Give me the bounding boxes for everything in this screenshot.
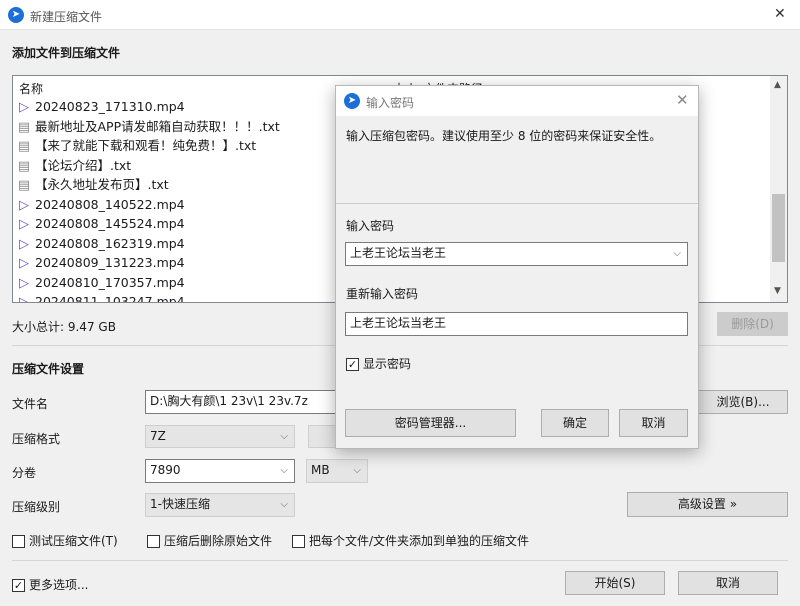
window-title: 新建压缩文件 — [30, 10, 103, 24]
checkbox-delete-original[interactable]: 压缩后删除原始文件 — [147, 532, 272, 549]
password-input[interactable]: 上老王论坛当老王 ⌵ — [345, 242, 688, 266]
chevron-down-icon: ⌵ — [353, 465, 361, 476]
video-file-icon: ▷ — [19, 295, 29, 303]
password-value: 上老王论坛当老王 — [350, 246, 447, 260]
total-size: 大小总计: 9.47 GB — [12, 320, 116, 334]
confirm-password-label: 重新输入密码 — [346, 287, 419, 301]
advanced-settings-button[interactable]: 高级设置 » — [627, 492, 788, 517]
chevron-down-icon[interactable]: ⌵ — [673, 243, 681, 264]
list-item[interactable]: ▷ 20240810_170357.mp4 — [17, 273, 185, 292]
text-file-icon: ▤ — [17, 119, 31, 135]
video-file-icon: ▷ — [19, 197, 29, 213]
list-item[interactable]: ▤ 最新地址及APP请发邮箱自动获取！！！.txt — [17, 117, 280, 136]
delete-button[interactable]: 删除(D) — [717, 312, 788, 336]
chevron-down-icon: ⌵ — [280, 431, 288, 442]
file-name: 20240808_145524.mp4 — [35, 216, 185, 231]
file-name: 20240810_170357.mp4 — [35, 274, 185, 290]
list-item[interactable]: ▤ 【论坛介绍】.txt — [17, 156, 131, 175]
split-unit: MB — [311, 463, 330, 477]
video-file-icon: ▷ — [19, 256, 29, 271]
file-name: 【永久地址发布页】.txt — [35, 177, 169, 192]
title-bar: ➤ 新建压缩文件 ✕ — [0, 0, 800, 30]
more-options-checkbox[interactable]: ✓ 更多选项... — [12, 576, 88, 593]
close-icon[interactable]: ✕ — [774, 6, 786, 22]
file-name: 【来了就能下载和观看！纯免费！】.txt — [35, 138, 257, 153]
dialog-description: 输入压缩包密码。建议使用至少 8 位的密码来保证安全性。 — [346, 129, 662, 143]
text-file-icon: ▤ — [17, 178, 31, 193]
dialog-title-bar: ➤ 输入密码 ✕ — [336, 86, 698, 116]
split-value: 7890 — [150, 463, 181, 477]
password-label: 输入密码 — [346, 219, 395, 233]
show-password-checkbox[interactable]: ✓ 显示密码 — [346, 355, 411, 372]
checkbox-label: 把每个文件/文件夹添加到单独的压缩文件 — [309, 534, 530, 548]
list-item[interactable]: ▷ 20240808_140522.mp4 — [17, 195, 185, 214]
split-input[interactable]: 7890 ⌵ — [145, 459, 295, 483]
video-file-icon: ▷ — [19, 217, 29, 232]
video-file-icon: ▷ — [19, 100, 29, 115]
list-item[interactable]: ▤ 【来了就能下载和观看！纯免费！】.txt — [17, 136, 256, 155]
start-button[interactable]: 开始(S) — [565, 571, 665, 595]
dialog-cancel-button[interactable]: 取消 — [619, 409, 688, 437]
filename-label: 文件名 — [12, 397, 49, 411]
checkbox-label: 测试压缩文件(T) — [29, 534, 118, 548]
list-item[interactable]: ▷ 20240811_103247.mp4 — [17, 292, 185, 303]
chevron-down-icon: ⌵ — [280, 499, 288, 510]
password-dialog: ➤ 输入密码 ✕ 输入压缩包密码。建议使用至少 8 位的密码来保证安全性。 输入… — [335, 85, 699, 449]
list-item[interactable]: ▤ 【永久地址发布页】.txt — [17, 175, 169, 194]
ok-button[interactable]: 确定 — [541, 409, 609, 437]
confirm-password-input[interactable]: 上老王论坛当老王 — [345, 312, 688, 336]
file-name: 【论坛介绍】.txt — [35, 157, 132, 173]
checkbox-label: 压缩后删除原始文件 — [164, 534, 273, 548]
video-file-icon: ▷ — [19, 236, 29, 252]
file-name: 20240809_131223.mp4 — [35, 255, 185, 270]
file-name: 20240811_103247.mp4 — [35, 294, 185, 303]
text-file-icon: ▤ — [17, 158, 31, 174]
scroll-up-icon[interactable]: ▲ — [774, 80, 781, 90]
more-options-label: 更多选项... — [29, 578, 89, 592]
list-item[interactable]: ▷ 20240809_131223.mp4 — [17, 253, 185, 272]
section-add-heading: 添加文件到压缩文件 — [12, 46, 121, 60]
file-name: 20240823_171310.mp4 — [35, 99, 185, 114]
checkbox[interactable] — [292, 535, 305, 548]
scroll-thumb[interactable] — [772, 194, 785, 262]
scroll-down-icon[interactable]: ▼ — [774, 286, 781, 296]
app-icon: ➤ — [344, 93, 360, 109]
checkbox-separate-archives[interactable]: 把每个文件/文件夹添加到单独的压缩文件 — [292, 532, 529, 549]
video-file-icon: ▷ — [19, 275, 29, 291]
list-item[interactable]: ▷ 20240808_145524.mp4 — [17, 214, 185, 233]
format-select[interactable]: 7Z ⌵ — [145, 425, 295, 448]
close-icon[interactable]: ✕ — [676, 91, 689, 109]
checkbox[interactable] — [147, 535, 160, 548]
format-label: 压缩格式 — [12, 432, 61, 446]
check-icon[interactable]: ✓ — [346, 358, 359, 371]
list-item[interactable]: ▷ 20240823_171310.mp4 — [17, 97, 185, 116]
cancel-button[interactable]: 取消 — [678, 571, 778, 595]
show-password-label: 显示密码 — [363, 357, 412, 371]
scrollbar[interactable]: ▲ ▼ — [770, 76, 787, 302]
check-icon[interactable]: ✓ — [12, 579, 25, 592]
split-unit-select[interactable]: MB ⌵ — [306, 459, 368, 483]
chevron-down-icon: ⌵ — [280, 465, 288, 476]
dialog-title: 输入密码 — [366, 96, 415, 110]
list-item[interactable]: ▷ 20240808_162319.mp4 — [17, 234, 185, 253]
password-manager-button[interactable]: 密码管理器... — [345, 409, 516, 437]
text-file-icon: ▤ — [17, 139, 31, 154]
file-name: 20240808_162319.mp4 — [35, 235, 185, 251]
format-value: 7Z — [150, 429, 166, 443]
split-label: 分卷 — [12, 466, 37, 480]
level-value: 1-快速压缩 — [150, 497, 210, 511]
file-name: 最新地址及APP请发邮箱自动获取！！！.txt — [35, 118, 280, 134]
checkbox-test[interactable]: 测试压缩文件(T) — [12, 532, 118, 549]
file-name: 20240808_140522.mp4 — [35, 196, 185, 212]
checkbox[interactable] — [12, 535, 25, 548]
browse-button[interactable]: 浏览(B)... — [698, 390, 788, 414]
level-label: 压缩级别 — [12, 500, 61, 514]
section-settings-heading: 压缩文件设置 — [12, 362, 85, 376]
column-name[interactable]: 名称 — [19, 80, 43, 97]
level-select[interactable]: 1-快速压缩 ⌵ — [145, 493, 295, 517]
app-icon: ➤ — [8, 7, 24, 23]
